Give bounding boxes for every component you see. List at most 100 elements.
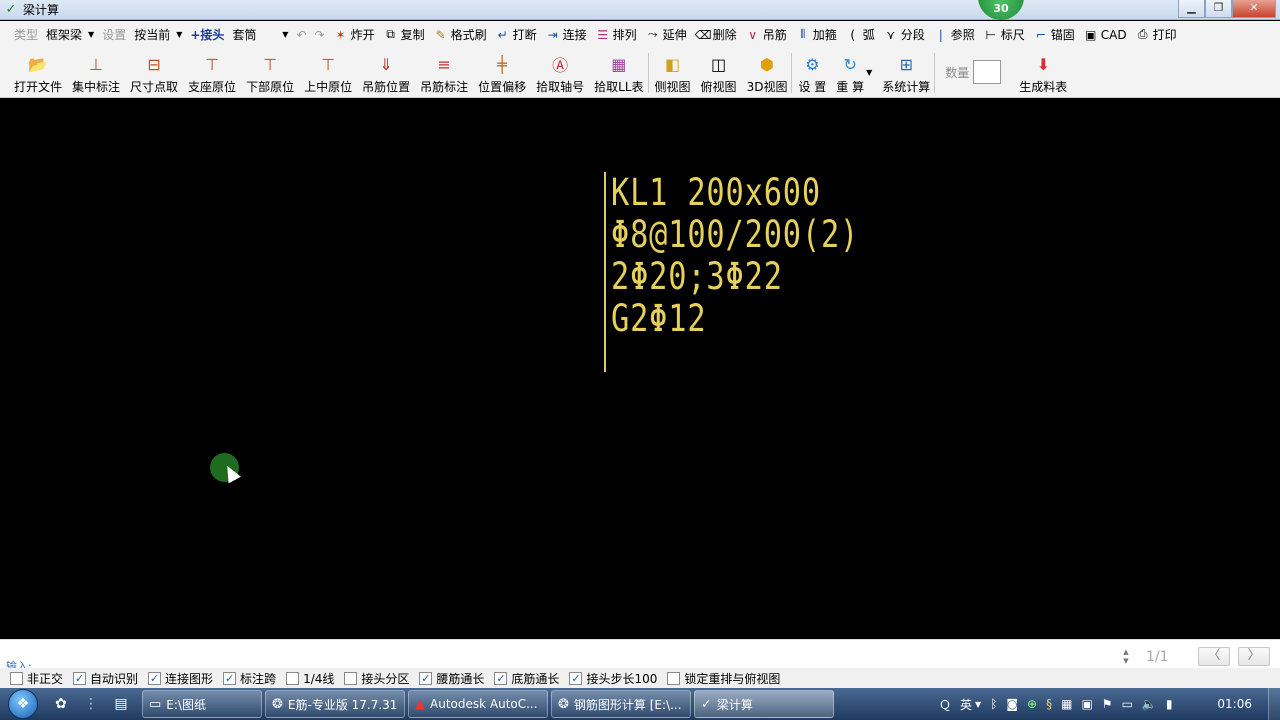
minimize-button[interactable]: ▁ (1178, 0, 1205, 18)
volume-icon[interactable]: 🔈 (1142, 697, 1157, 711)
status-checkbox[interactable]: 接头分区 (344, 670, 409, 687)
chevron-down-icon[interactable]: ▼ (975, 700, 981, 709)
command-input[interactable] (40, 648, 1116, 668)
checkbox-checked-icon[interactable]: ✓ (569, 671, 583, 685)
checkbox-checked-icon[interactable]: ✓ (73, 671, 87, 685)
checkbox-empty-icon[interactable] (286, 671, 300, 685)
pos-offset-button[interactable]: ╪ 位置偏移 (478, 48, 526, 98)
search-icon[interactable]: Ｑ (939, 696, 951, 713)
connect-button[interactable]: ⇥ 连接 (541, 24, 591, 46)
print-button[interactable]: ⎙ 打印 (1131, 24, 1181, 46)
tray-grid-icon[interactable]: ▦ (1061, 697, 1072, 711)
hanger-pos-button[interactable]: ⇓ 吊筋位置 (362, 48, 410, 98)
add-stirrup-button[interactable]: ⦀ 加箍 (791, 24, 841, 46)
drawing-canvas[interactable]: KL1 200x600 Φ8@100/200(2) 2Φ20;3Φ22 G2Φ1… (0, 99, 1280, 639)
view-3d-button[interactable]: ⬢ 3D视图 (747, 48, 788, 98)
tray-app-icon[interactable]: ◙ (1006, 697, 1018, 711)
axis-icon: Ⓐ (552, 56, 569, 75)
status-checkbox[interactable]: ✓ 连接图形 (148, 670, 213, 687)
hanger-mark-button[interactable]: ≡ 吊筋标注 (420, 48, 468, 98)
task-rebar-calc[interactable]: ❂ 钢筋图形计算 [E:\... (551, 690, 691, 718)
checkbox-checked-icon[interactable]: ✓ (419, 671, 433, 685)
lower-orig-button[interactable]: ⊤ 下部原位 (246, 48, 294, 98)
support-orig-button[interactable]: ⊤ 支座原位 (188, 48, 236, 98)
joint-button[interactable]: +接头 (186, 24, 228, 46)
checkbox-checked-icon[interactable]: ✓ (494, 671, 508, 685)
recalc-dropdown[interactable]: ▼ (866, 48, 872, 98)
command-scrollbar[interactable]: ▲ ▼ (1120, 648, 1132, 668)
gen-table-button[interactable]: ⬇ 生成料表 (1019, 48, 1067, 98)
beam-annotation[interactable]: KL1 200x600 Φ8@100/200(2) 2Φ20;3Φ22 G2Φ1… (604, 172, 914, 372)
maximize-button[interactable]: ❐ (1205, 0, 1232, 18)
arc-button[interactable]: (弧 (841, 24, 879, 46)
status-checkbox[interactable]: ✓ 自动识别 (73, 670, 138, 687)
delete-button[interactable]: ⌫ 删除 (691, 24, 741, 46)
ime-indicator[interactable]: 英 (960, 696, 972, 713)
recalc-button[interactable]: ↻ 重 算 (836, 48, 864, 98)
prev-page-button[interactable]: 〈 (1198, 647, 1230, 666)
pick-axis-button[interactable]: Ⓐ 拾取轴号 (536, 48, 584, 98)
pick-ll-button[interactable]: ▦ 拾取LL表 (594, 48, 643, 98)
top-view-button[interactable]: ◫ 俯视图 (701, 48, 737, 98)
tray-monitor-icon[interactable]: ▣ (1081, 697, 1092, 711)
undo-button[interactable]: ↶ (292, 24, 310, 46)
next-page-button[interactable]: 〉 (1238, 647, 1270, 666)
cad-button[interactable]: ▣ CAD (1079, 24, 1131, 46)
task-ejin[interactable]: ❂ E筋-专业版 17.7.31 (265, 690, 405, 718)
status-checkbox[interactable]: 锁定重排与俯视图 (667, 670, 780, 687)
size-pick-button[interactable]: ⊟ 尺寸点取 (130, 48, 178, 98)
segment-button[interactable]: ⋎ 分段 (879, 24, 929, 46)
status-checkbox[interactable]: 非正交 (10, 670, 63, 687)
qty-input[interactable] (973, 60, 1002, 84)
show-desktop-button[interactable] (1268, 688, 1280, 720)
task-autocad[interactable]: ▲ Autodesk AutoC... (408, 690, 548, 718)
redo-button[interactable]: ↷ (311, 24, 329, 46)
reference-button[interactable]: | 参照 (929, 24, 979, 46)
status-checkbox[interactable]: ✓ 标注跨 (223, 670, 276, 687)
checkbox-checked-icon[interactable]: ✓ (148, 671, 162, 685)
open-file-button[interactable]: 📂 打开文件 (14, 48, 62, 98)
status-checkbox[interactable]: ✓ 腰筋通长 (419, 670, 484, 687)
upper-mid-orig-button[interactable]: ⊤ 上中原位 (304, 48, 352, 98)
concentrated-mark-button[interactable]: ⊥ 集中标注 (72, 48, 120, 98)
quicklaunch-calculator[interactable]: ▤ (106, 688, 136, 720)
break-button[interactable]: ↵ 打断 (491, 24, 541, 46)
tray-sync-icon[interactable]: § (1046, 697, 1052, 711)
copy-button[interactable]: ⧉ 复制 (379, 24, 429, 46)
sleeve-select[interactable]: 套筒 ▼ (228, 24, 292, 46)
network-icon[interactable]: ▭ (1122, 697, 1133, 711)
format-brush-button[interactable]: ✎ 格式刷 (429, 24, 491, 46)
checkbox-empty-icon[interactable] (667, 671, 681, 685)
flag-icon[interactable]: ⚑ (1102, 697, 1113, 711)
sys-calc-button[interactable]: ⊞ 系统计算 (882, 48, 930, 98)
ruler-button[interactable]: ⊢ 标尺 (979, 24, 1029, 46)
app-icon: ✿ (55, 696, 67, 712)
status-checkbox[interactable]: ✓ 接头步长100 (569, 670, 657, 687)
calculator-icon: ⊞ (899, 54, 913, 74)
type-select[interactable]: 框架梁 ▼ (42, 24, 98, 46)
device-icon[interactable]: ▮ (1166, 697, 1173, 711)
arrange-button[interactable]: ☰ 排列 (591, 24, 641, 46)
task-beam-calc[interactable]: ✓ 梁计算 (694, 690, 834, 718)
extend-button[interactable]: ⤳ 延伸 (641, 24, 691, 46)
notification-badge[interactable]: 30 (978, 0, 1024, 20)
close-button[interactable]: ✕ (1232, 0, 1276, 18)
checkbox-empty-icon[interactable] (344, 671, 358, 685)
status-checkbox[interactable]: 1/4线 (286, 670, 334, 687)
side-view-button[interactable]: ◧ 侧视图 (655, 48, 691, 98)
settings-button[interactable]: ⚙ 设 置 (798, 48, 826, 98)
start-button[interactable]: ❖ (0, 688, 46, 720)
explode-button[interactable]: ✶ 炸开 (329, 24, 379, 46)
checkbox-empty-icon[interactable] (10, 671, 23, 685)
task-folder[interactable]: ▭ E:\图纸 (142, 690, 262, 718)
status-checkbox[interactable]: ✓ 底筋通长 (494, 670, 559, 687)
bluetooth-icon[interactable]: ᛒ (990, 697, 997, 711)
chevron-down-icon: ▼ (866, 68, 873, 77)
quicklaunch-app[interactable]: ✿ (46, 688, 76, 720)
clock[interactable]: 01:06 (1217, 697, 1252, 711)
anchor-button[interactable]: ⌐ 锚固 (1029, 24, 1079, 46)
checkbox-checked-icon[interactable]: ✓ (223, 671, 237, 685)
tray-plus-icon[interactable]: ⊕ (1027, 697, 1037, 711)
mode-select[interactable]: 按当前 ▼ (130, 24, 186, 46)
hanger-button[interactable]: ∨ 吊筋 (741, 24, 791, 46)
